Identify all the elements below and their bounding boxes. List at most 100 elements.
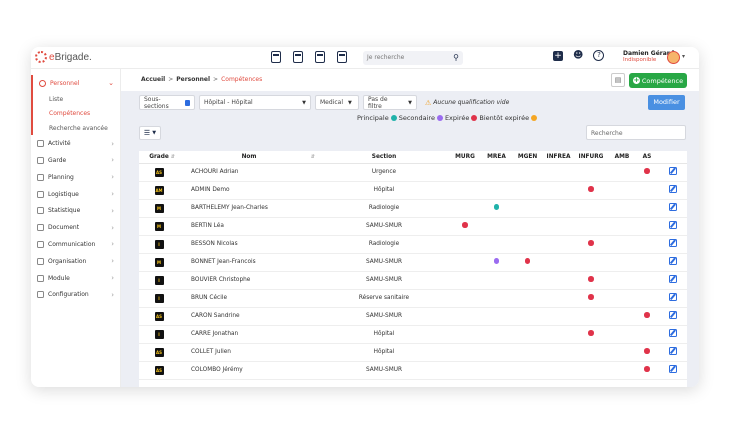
qualification-cell	[608, 361, 636, 380]
name-cell[interactable]: CARRE Jonathan	[179, 325, 319, 344]
qualification-cell	[608, 289, 636, 308]
table-row[interactable]: M BONNET Jean-Francois SAMU-SMUR	[139, 253, 687, 272]
sidebar-item-statistique[interactable]: Statistique ›	[31, 202, 120, 219]
edit-icon[interactable]	[668, 293, 677, 301]
help-icon[interactable]: ?	[593, 50, 605, 61]
qualification-cell	[543, 361, 574, 380]
sidebar-sub-recherche[interactable]: Recherche avancée	[31, 120, 120, 136]
user-cog-icon[interactable]: ☻	[573, 50, 583, 61]
table-row[interactable]: AS ACHOURI Adrian Urgence	[139, 163, 687, 182]
table-row[interactable]: M BERTIN Léa SAMU-SMUR	[139, 217, 687, 236]
qualification-cell	[481, 343, 512, 362]
name-cell[interactable]: BERTIN Léa	[179, 217, 319, 236]
sidebar-item-configuration[interactable]: Configuration ›	[31, 286, 120, 303]
edit-icon[interactable]	[668, 347, 677, 355]
breadcrumb-home[interactable]: Accueil	[141, 76, 165, 83]
global-search-input[interactable]: Je recherche ⚲	[363, 51, 463, 65]
name-cell[interactable]: BOUVIER Christophe	[179, 271, 319, 290]
qualification-cell	[449, 271, 481, 290]
clipboard-icon[interactable]	[337, 51, 347, 63]
name-cell[interactable]: BARTHELEMY Jean-Charles	[179, 199, 319, 218]
section-cell: Hôpital	[319, 325, 449, 344]
qualification-cell	[574, 325, 608, 344]
sort-icon[interactable]: ⇵	[311, 154, 315, 160]
name-cell[interactable]: COLLET Julien	[179, 343, 319, 362]
col-header-nom[interactable]: Nom ⇵	[179, 151, 319, 164]
sidebar-item-planning[interactable]: Planning ›	[31, 169, 120, 186]
edit-icon[interactable]	[668, 365, 677, 373]
subsections-toggle[interactable]: Sous-sections	[139, 95, 195, 110]
breadcrumb-section[interactable]: Personnel	[176, 76, 210, 83]
modify-button[interactable]: Modifier	[648, 95, 685, 110]
edit-icon[interactable]	[668, 167, 677, 175]
table-row[interactable]: M BARTHELEMY Jean-Charles Radiologie	[139, 199, 687, 218]
sidebar-item-organisation[interactable]: Organisation ›	[31, 253, 120, 270]
table-row[interactable]: I BRUN Cécile Réserve sanitaire	[139, 289, 687, 308]
col-header-qualification: AMB	[608, 151, 636, 164]
hospital-select[interactable]: Hôpital - Hôpital ▼	[199, 95, 311, 110]
sidebar-item-logistique[interactable]: Logistique ›	[31, 186, 120, 203]
name-cell[interactable]: COLOMBO Jérémy	[179, 361, 319, 380]
calendar-week-icon[interactable]	[315, 51, 325, 63]
edit-icon[interactable]	[668, 311, 677, 319]
pdf-export-button[interactable]: ▤	[611, 73, 625, 87]
table-row[interactable]: AS CARON Sandrine SAMU-SMUR	[139, 307, 687, 326]
qualification-cell	[512, 307, 543, 326]
col-header-grade[interactable]: Grade ⇵	[139, 151, 179, 164]
sidebar-item-module[interactable]: Module ›	[31, 270, 120, 287]
qualification-cell	[636, 271, 658, 290]
add-menu-icon[interactable]: +	[553, 50, 563, 61]
name-cell[interactable]: ACHOURI Adrian	[179, 163, 319, 182]
section-cell: SAMU-SMUR	[319, 361, 449, 380]
grade-badge: I	[154, 329, 164, 339]
actions-cell	[658, 253, 687, 272]
edit-icon[interactable]	[668, 239, 677, 247]
qualification-status-dot	[644, 348, 650, 354]
table-row[interactable]: AS COLLET Julien Hôpital	[139, 343, 687, 362]
table-search-input[interactable]: Recherche	[586, 125, 686, 140]
table-row[interactable]: I BOUVIER Christophe SAMU-SMUR	[139, 271, 687, 290]
sidebar-item-garde[interactable]: Garde ›	[31, 152, 120, 169]
name-cell[interactable]: BESSON Nicolas	[179, 235, 319, 254]
sidebar-sub-liste[interactable]: Liste	[31, 91, 120, 107]
edit-icon[interactable]	[668, 185, 677, 193]
edit-icon[interactable]	[668, 275, 677, 283]
col-header-section[interactable]: Section	[319, 151, 449, 164]
sidebar-item-communication[interactable]: Communication ›	[31, 236, 120, 253]
calendar-check-icon[interactable]	[271, 51, 281, 63]
edit-icon[interactable]	[668, 257, 677, 265]
calendar-icon[interactable]	[293, 51, 303, 63]
name-cell[interactable]: CARON Sandrine	[179, 307, 319, 326]
sort-icon[interactable]: ⇵	[171, 154, 175, 160]
qualification-status-dot	[493, 204, 500, 210]
table-row[interactable]: AS COLOMBO Jérémy SAMU-SMUR	[139, 361, 687, 380]
sidebar-item-label: Document	[48, 224, 80, 232]
logo[interactable]: eBrigade.	[35, 51, 92, 63]
qualification-filter-select[interactable]: Pas de filtre ▼	[363, 95, 417, 110]
breadcrumb-current: Compétences	[221, 76, 263, 83]
qualification-cell	[481, 235, 512, 254]
table-row[interactable]: AM ADMIN Demo Hôpital	[139, 181, 687, 200]
add-competence-button[interactable]: + Compétence	[629, 73, 687, 88]
edit-icon[interactable]	[668, 221, 677, 229]
sidebar-item-activite[interactable]: Activité ›	[31, 135, 120, 152]
edit-icon[interactable]	[668, 329, 677, 337]
sidebar-item-document[interactable]: Document ›	[31, 219, 120, 236]
logo-icon	[35, 51, 47, 63]
view-toggle-button[interactable]: ☰ ▼	[139, 126, 161, 140]
name-cell[interactable]: ADMIN Demo	[179, 181, 319, 200]
name-cell[interactable]: BRUN Cécile	[179, 289, 319, 308]
medical-select[interactable]: Medical ▼	[315, 95, 359, 110]
table-row[interactable]: I CARRE Jonathan Hôpital	[139, 325, 687, 344]
sidebar-item-personnel[interactable]: Personnel ⌄	[31, 75, 120, 92]
table-row[interactable]: I BESSON Nicolas Radiologie	[139, 235, 687, 254]
name-cell[interactable]: BONNET Jean-Francois	[179, 253, 319, 272]
checkbox-checked-icon[interactable]	[184, 99, 190, 106]
search-icon[interactable]: ⚲	[453, 53, 459, 62]
sidebar-sub-competences[interactable]: Compétences	[31, 106, 120, 121]
edit-icon[interactable]	[668, 203, 677, 211]
chevron-down-icon[interactable]: ▾	[682, 53, 685, 60]
avatar[interactable]	[667, 51, 680, 64]
qualification-cell	[608, 235, 636, 254]
qualification-cell	[449, 253, 481, 272]
